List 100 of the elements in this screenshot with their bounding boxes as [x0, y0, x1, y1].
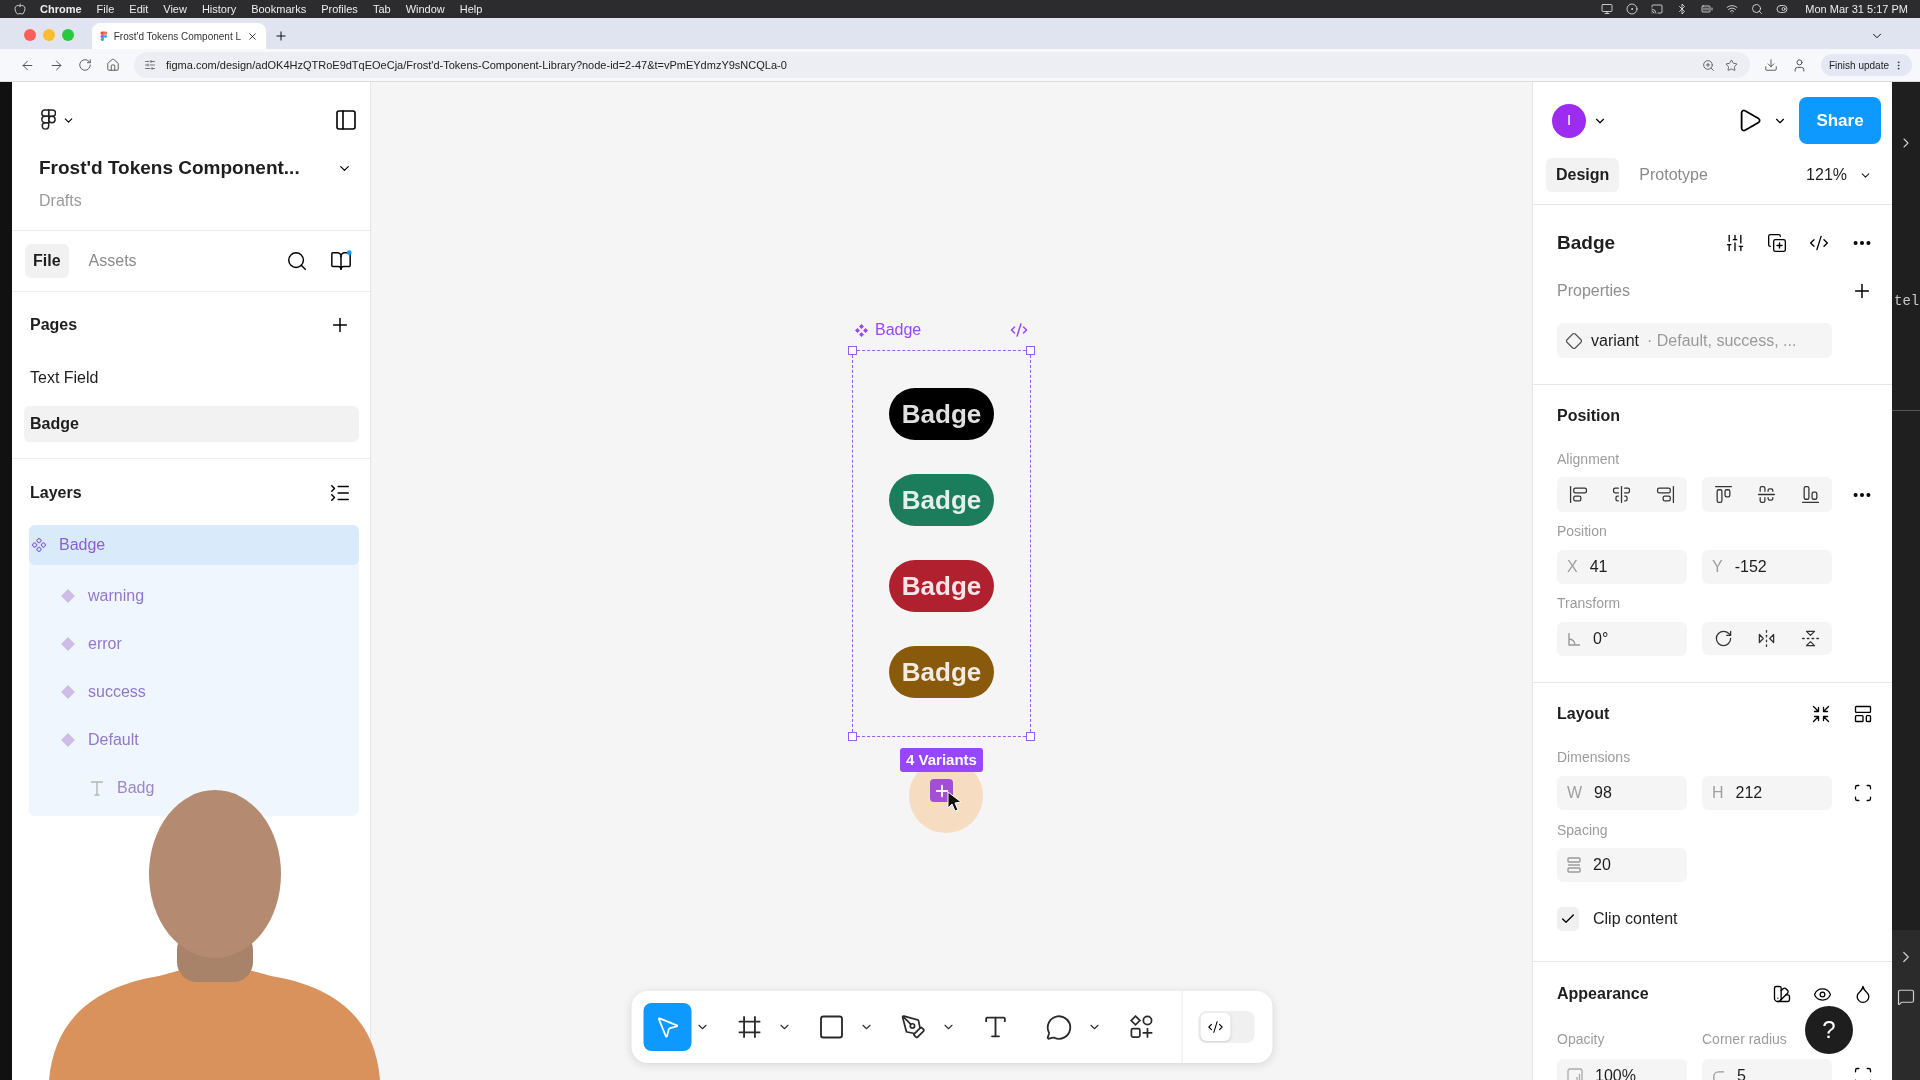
align-top-icon[interactable] — [1714, 485, 1734, 504]
file-name[interactable]: Frost'd Tokens Component... — [39, 153, 300, 183]
resize-handle[interactable] — [1026, 346, 1035, 355]
home-icon[interactable] — [106, 58, 120, 72]
spacing-field[interactable]: 20 — [1557, 848, 1687, 882]
wifi-icon[interactable] — [1726, 3, 1739, 15]
layer-name: Badg — [117, 778, 155, 798]
menu-item[interactable]: Profiles — [321, 0, 358, 18]
sidebar-toggle-icon[interactable] — [334, 108, 358, 132]
flip-horizontal-icon[interactable] — [1757, 629, 1777, 648]
badge[interactable]: Badge — [888, 388, 995, 440]
menu-item[interactable]: View — [163, 0, 187, 18]
forward-icon[interactable] — [49, 57, 64, 73]
clip-content-checkbox[interactable] — [1557, 907, 1579, 931]
panel-tab[interactable]: Assets — [80, 244, 145, 278]
panel-tab[interactable]: Design — [1546, 158, 1620, 192]
frame-label[interactable]: Badge — [875, 318, 922, 342]
zoom-in-icon[interactable] — [1701, 58, 1715, 72]
menu-item[interactable]: Edit — [129, 0, 149, 18]
page-item[interactable]: Badge — [24, 406, 359, 442]
corners-icon[interactable] — [1853, 783, 1873, 803]
section-heading: Pages — [30, 315, 78, 335]
address-bar[interactable]: figma.com/design/adOK4HzQTRoE9dTqEOeCja/Frost'd-Tokens-Component-Library?node-id=2-47&t=vPmEYdmzY9sNCQLa-0 — [134, 52, 1750, 78]
finish-update-button[interactable]: Finish update — [1820, 54, 1912, 76]
help-button[interactable]: ? — [1805, 1006, 1853, 1054]
flip-vertical-icon[interactable] — [1800, 629, 1820, 648]
dev-mode-toggle[interactable] — [1198, 1011, 1254, 1043]
menu-item[interactable]: Window — [405, 0, 445, 18]
cast-icon[interactable] — [1651, 3, 1664, 15]
app-menu[interactable]: Chrome — [40, 0, 82, 18]
resize-handle[interactable] — [1026, 732, 1035, 741]
zoom-menu[interactable]: 121% — [1806, 163, 1872, 187]
align-left-icon[interactable] — [1569, 485, 1589, 504]
display-icon[interactable] — [1601, 3, 1614, 15]
user-avatar[interactable]: I — [1552, 103, 1586, 138]
code-icon[interactable] — [1809, 233, 1829, 253]
toggle-icon[interactable] — [1776, 3, 1789, 15]
chat-icon[interactable] — [1897, 988, 1915, 1006]
sliders-icon[interactable] — [1725, 233, 1745, 253]
field-group-label: Corner radius — [1702, 1029, 1787, 1049]
corner-radius-icon — [1712, 1069, 1725, 1080]
swatch-book-icon[interactable] — [1772, 984, 1792, 1004]
rotate-icon[interactable] — [1714, 629, 1734, 648]
library-book-icon[interactable] — [330, 250, 352, 272]
diamond-icon — [1565, 331, 1583, 350]
browser-tab[interactable]: Frost'd Tokens Component L — [92, 23, 267, 49]
field-label: Y — [1712, 557, 1723, 577]
field-value: 0° — [1593, 629, 1609, 649]
bookmark-star-icon[interactable] — [1724, 58, 1738, 72]
frame-icon — [736, 1014, 762, 1040]
resize-handle[interactable] — [848, 346, 857, 355]
menu-item[interactable]: Bookmarks — [251, 0, 307, 18]
shrink-icon[interactable] — [1811, 704, 1831, 724]
x-field[interactable]: X 41 — [1557, 550, 1687, 584]
badge[interactable]: Badge — [888, 560, 995, 612]
sliders-icon[interactable] — [144, 59, 156, 71]
back-icon[interactable] — [20, 57, 35, 73]
height-field[interactable]: H 212 — [1702, 776, 1832, 810]
page-item[interactable]: Text Field — [24, 360, 359, 396]
align-right-icon[interactable] — [1655, 485, 1675, 504]
search-icon[interactable] — [286, 250, 308, 272]
variants-tag: 4 Variants — [900, 748, 983, 772]
badge[interactable]: Badge — [888, 474, 995, 526]
design-canvas[interactable]: Badge Badge Badge Badge Badge 4 Variants — [371, 82, 1532, 1080]
code-icon — [1207, 1019, 1223, 1035]
new-tab-icon[interactable] — [274, 29, 289, 43]
menu-item[interactable]: Tab — [372, 0, 391, 18]
search-icon[interactable] — [1751, 3, 1764, 15]
battery-icon[interactable] — [1701, 3, 1714, 15]
align-bottom-icon[interactable] — [1800, 485, 1820, 504]
menu-bar-clock[interactable]: Mon Mar 31 5:17 PM — [1805, 0, 1908, 18]
y-field[interactable]: Y -152 — [1702, 550, 1832, 584]
opacity-icon — [1567, 1068, 1583, 1080]
layout-icon[interactable] — [1853, 704, 1873, 724]
collapse-list-icon[interactable] — [329, 482, 351, 504]
record-icon[interactable] — [1626, 3, 1639, 15]
reload-icon[interactable] — [78, 58, 92, 72]
menu-item[interactable]: History — [201, 0, 237, 18]
close-icon[interactable] — [247, 30, 259, 42]
layer-row[interactable]: Badge — [29, 525, 359, 565]
panel-tab[interactable]: File — [25, 244, 69, 278]
variant-property-chip[interactable]: variant · Default, success, ... — [1557, 323, 1832, 358]
component-set-icon — [31, 537, 47, 553]
url-text: figma.com/design/adOK4HzQTRoE9dTqEOeCja/Frost'd-Tokens-Component-Library?node-id=2-47&t=vPmEYdmzY9sNCQLa-0 — [166, 57, 787, 73]
layer-name: warning — [88, 586, 145, 606]
profile-icon[interactable] — [1791, 57, 1807, 73]
panel-tab[interactable]: Prototype — [1629, 158, 1718, 192]
align-center-icon[interactable] — [1612, 485, 1632, 504]
width-field[interactable]: W 98 — [1557, 776, 1687, 810]
apple-icon[interactable] — [14, 3, 26, 15]
shapes-icon — [1128, 1014, 1154, 1040]
resize-handle[interactable] — [848, 732, 857, 741]
app-logo-icon — [41, 109, 57, 131]
align-middle-icon[interactable] — [1757, 485, 1777, 504]
copy-plus-icon[interactable] — [1767, 233, 1787, 253]
menu-item[interactable]: File — [96, 0, 115, 18]
badge[interactable]: Badge — [888, 646, 995, 698]
download-icon[interactable] — [1763, 58, 1778, 72]
menu-item[interactable]: Help — [459, 0, 483, 18]
rotation-field[interactable]: 0° — [1557, 622, 1687, 656]
